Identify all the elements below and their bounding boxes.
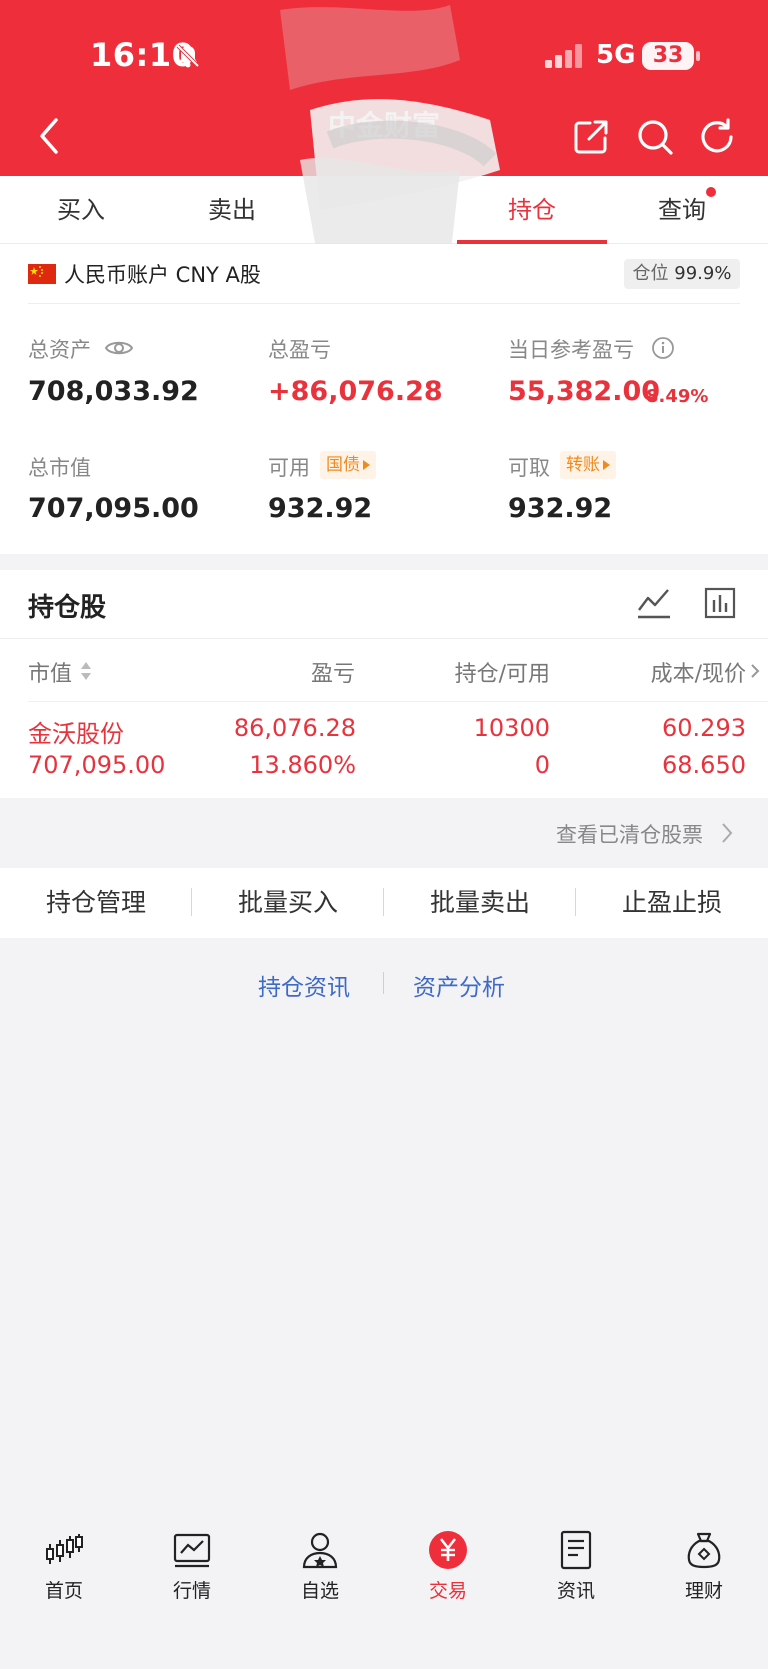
user-star-icon	[302, 1532, 338, 1569]
battery-tip	[696, 51, 700, 61]
chevron-right-icon[interactable]	[720, 821, 734, 845]
bell-muted-icon	[176, 44, 200, 68]
refresh-icon[interactable]	[698, 118, 736, 156]
stock-cost: 60.293	[662, 714, 746, 742]
position-value: 99.9%	[674, 263, 732, 284]
yuan-icon	[429, 1531, 467, 1569]
stock-price: 68.650	[662, 751, 746, 779]
manage-positions-button[interactable]: 持仓管理	[0, 868, 192, 938]
header-row-divider	[28, 701, 768, 702]
link-divider	[383, 972, 384, 994]
battery-icon: 33	[642, 42, 694, 70]
battery-level: 33	[652, 43, 684, 68]
total-assets-value: 708,033.92	[28, 376, 199, 407]
tab-hidden[interactable]	[307, 176, 457, 244]
section-gap	[0, 554, 768, 570]
tab-positions[interactable]: 持仓	[457, 176, 607, 244]
money-bag-icon	[687, 1532, 721, 1569]
nav-news-label: 资讯	[556, 1580, 595, 1602]
col-position: 持仓/可用	[454, 662, 550, 687]
daily-pnl-value: 55,382.00	[508, 376, 661, 407]
nav-market-label: 行情	[172, 1580, 211, 1602]
holdings-divider	[0, 638, 768, 639]
tab-sell[interactable]: 卖出	[157, 176, 307, 244]
signal-icon	[545, 44, 582, 68]
total-pnl-value: +86,076.28	[268, 376, 443, 407]
news-icon	[560, 1530, 592, 1570]
market-value: 707,095.00	[28, 493, 199, 524]
position-ratio-badge: 仓位 99.9%	[624, 259, 740, 289]
col-pnl: 盈亏	[310, 662, 355, 687]
take-profit-stop-loss-button[interactable]: 止盈止损	[576, 868, 768, 938]
eye-icon[interactable]	[104, 337, 134, 359]
stock-pnl: 86,076.28	[233, 714, 356, 742]
daily-pnl-label: 当日参考盈亏	[508, 338, 634, 362]
asset-analysis-link[interactable]: 资产分析	[413, 968, 505, 1002]
back-icon[interactable]	[34, 114, 64, 158]
share-icon[interactable]	[572, 118, 610, 156]
line-chart-icon[interactable]	[636, 586, 672, 620]
account-divider	[28, 303, 740, 304]
cleared-stocks-link[interactable]: 查看已清仓股票	[556, 819, 703, 849]
transfer-tag-label: 转账	[566, 455, 600, 475]
nav-wealth[interactable]: 理财	[640, 1530, 768, 1610]
tab-query[interactable]: 查询	[607, 176, 757, 244]
nav-market[interactable]: 行情	[128, 1530, 256, 1610]
available-value: 932.92	[268, 493, 373, 524]
search-icon[interactable]	[636, 118, 674, 156]
daily-pnl-pct: 8.49%	[646, 386, 709, 407]
market-chart-icon	[173, 1533, 211, 1568]
nav-home[interactable]: 首页	[0, 1530, 128, 1610]
chevron-right-icon[interactable]	[750, 663, 760, 679]
caret-right-icon	[603, 460, 610, 470]
batch-buy-button[interactable]: 批量买入	[192, 868, 384, 938]
nav-watchlist[interactable]: 自选	[256, 1530, 384, 1610]
batch-sell-button[interactable]: 批量卖出	[384, 868, 576, 938]
account-label[interactable]: 人民币账户 CNY A股	[64, 259, 261, 289]
bar-chart-icon[interactable]	[704, 586, 736, 620]
info-icon[interactable]	[651, 336, 675, 360]
tab-buy[interactable]: 买入	[6, 176, 156, 244]
col-market-value[interactable]: 市值	[28, 656, 72, 688]
treasury-bond-tag[interactable]: 国债	[320, 451, 376, 479]
nav-trade-label: 交易	[428, 1580, 467, 1602]
available-label: 可用	[268, 456, 310, 480]
position-news-link[interactable]: 持仓资讯	[258, 968, 350, 1002]
nav-watchlist-label: 自选	[300, 1580, 339, 1602]
stock-name: 金沃股份	[28, 720, 124, 748]
market-value-label: 总市值	[28, 456, 91, 480]
notification-dot	[706, 187, 716, 197]
holdings-title: 持仓股	[28, 593, 107, 623]
stock-position: 10300	[473, 714, 550, 742]
sort-icon[interactable]	[80, 660, 92, 682]
page-title: 中金财富	[327, 109, 440, 142]
withdrawable-label: 可取	[508, 456, 550, 480]
col-cost-price[interactable]: 成本/现价	[586, 656, 746, 688]
candlestick-icon	[46, 1534, 83, 1564]
treasury-bond-tag-label: 国债	[326, 455, 360, 475]
china-flag-icon	[28, 264, 56, 284]
network-type: 5G	[596, 40, 636, 70]
caret-right-icon	[363, 460, 370, 470]
stock-market-value: 707,095.00	[28, 751, 166, 779]
nav-trade[interactable]: 交易	[384, 1530, 512, 1610]
total-pnl-label: 总盈亏	[268, 338, 331, 362]
nav-news[interactable]: 资讯	[512, 1530, 640, 1610]
transfer-tag[interactable]: 转账	[560, 451, 616, 479]
nav-wealth-label: 理财	[684, 1580, 723, 1602]
nav-home-label: 首页	[44, 1580, 83, 1602]
position-label: 仓位	[632, 263, 669, 284]
total-assets-label: 总资产	[28, 338, 91, 362]
withdrawable-value: 932.92	[508, 493, 613, 524]
stock-pnl-pct: 13.860%	[249, 751, 356, 779]
stock-available: 0	[534, 751, 550, 779]
